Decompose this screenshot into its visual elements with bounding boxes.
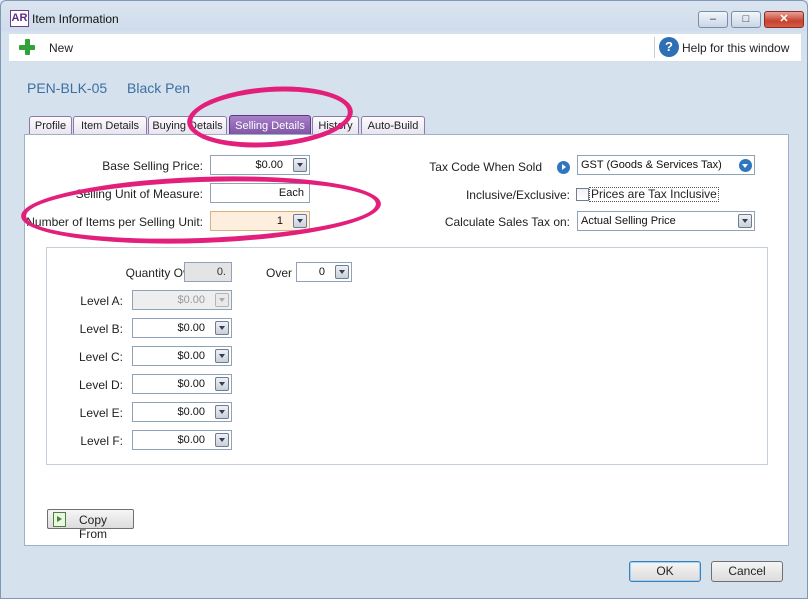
level-e-field[interactable]: $0.00 xyxy=(132,402,232,422)
chevron-down-icon[interactable] xyxy=(215,405,229,419)
level-d-field[interactable]: $0.00 xyxy=(132,374,232,394)
cancel-button[interactable]: Cancel xyxy=(711,561,783,582)
items-per-unit-label: Number of Items per Selling Unit: xyxy=(26,215,203,229)
new-button-label: New xyxy=(49,41,74,55)
new-button[interactable]: New xyxy=(15,37,73,57)
level-e-value: $0.00 xyxy=(177,406,205,418)
help-button-label: Help for this window xyxy=(682,41,790,55)
minimize-button[interactable]: – xyxy=(698,11,728,28)
selling-details-panel: Base Selling Price: $0.00 Selling Unit o… xyxy=(24,134,789,546)
items-per-unit-value: 1 xyxy=(276,215,283,227)
calc-tax-label: Calculate Sales Tax on: xyxy=(444,215,570,229)
close-button[interactable]: ✕ xyxy=(764,11,804,28)
base-price-value: $0.00 xyxy=(255,159,283,171)
level-c-field[interactable]: $0.00 xyxy=(132,346,232,366)
maximize-button[interactable]: □ xyxy=(731,11,761,28)
window-title: Item Information xyxy=(32,12,119,26)
tab-history[interactable]: History xyxy=(312,116,359,135)
chevron-down-icon[interactable] xyxy=(293,214,307,228)
level-d-label: Level D: xyxy=(78,378,123,392)
over-field[interactable]: 0 xyxy=(296,262,352,282)
tab-buying-details[interactable]: Buying Details xyxy=(148,116,227,135)
base-price-field[interactable]: $0.00 xyxy=(210,155,310,175)
item-name: Black Pen xyxy=(127,80,191,96)
tab-auto-build[interactable]: Auto-Build xyxy=(361,116,425,135)
chevron-down-icon xyxy=(215,293,229,307)
level-b-value: $0.00 xyxy=(177,322,205,334)
price-levels-group: Quantity Over: 0. Over 0 Level A: $0.00 … xyxy=(46,247,768,465)
level-c-label: Level C: xyxy=(78,350,123,364)
chevron-down-icon[interactable] xyxy=(215,433,229,447)
help-button[interactable]: ? Help for this window xyxy=(659,36,799,58)
over-label: Over xyxy=(266,266,293,280)
tax-code-field[interactable]: GST (Goods & Services Tax) xyxy=(577,155,755,175)
chevron-down-icon[interactable] xyxy=(215,349,229,363)
tab-selling-details[interactable]: Selling Details xyxy=(229,115,311,136)
items-per-unit-field[interactable]: 1 xyxy=(210,211,310,231)
chevron-down-icon[interactable] xyxy=(739,159,752,172)
toolbar: New ? Help for this window xyxy=(9,34,801,62)
chevron-down-icon[interactable] xyxy=(738,214,752,228)
item-code: PEN-BLK-05 xyxy=(27,80,108,96)
level-b-field[interactable]: $0.00 xyxy=(132,318,232,338)
selling-unit-field[interactable]: Each xyxy=(210,183,310,203)
tab-profile[interactable]: Profile xyxy=(29,116,72,135)
over-value: 0 xyxy=(318,266,325,278)
app-logo-icon: AR xyxy=(10,10,29,27)
copy-icon xyxy=(53,512,66,527)
level-d-value: $0.00 xyxy=(177,378,205,390)
level-a-label: Level A: xyxy=(80,294,123,308)
chevron-down-icon[interactable] xyxy=(215,377,229,391)
ok-button[interactable]: OK xyxy=(629,561,701,582)
tab-item-details[interactable]: Item Details xyxy=(73,116,147,135)
help-icon: ? xyxy=(659,37,679,57)
selling-unit-label: Selling Unit of Measure: xyxy=(75,187,203,201)
level-f-field[interactable]: $0.00 xyxy=(132,430,232,450)
level-a-value: $0.00 xyxy=(177,294,205,306)
tax-inclusive-checkbox-label[interactable]: Prices are Tax Inclusive xyxy=(589,187,719,202)
level-a-field: $0.00 xyxy=(132,290,232,310)
level-f-value: $0.00 xyxy=(177,434,205,446)
copy-from-button[interactable]: Copy From xyxy=(47,509,134,541)
item-information-window: AR Item Information – □ ✕ New ? Help for… xyxy=(0,0,808,599)
title-bar[interactable]: AR Item Information – □ ✕ xyxy=(1,1,807,33)
base-price-label: Base Selling Price: xyxy=(102,159,203,173)
chevron-down-icon[interactable] xyxy=(215,321,229,335)
chevron-down-icon[interactable] xyxy=(335,265,349,279)
quantity-over-field: 0. xyxy=(184,262,232,282)
calc-tax-value: Actual Selling Price xyxy=(581,215,676,227)
level-f-label: Level F: xyxy=(80,434,123,448)
plus-icon xyxy=(19,39,35,55)
tax-code-label: Tax Code When Sold xyxy=(429,160,542,174)
tax-inclusive-checkbox[interactable] xyxy=(576,188,589,201)
copy-from-label: Copy From xyxy=(79,513,108,541)
calc-tax-field[interactable]: Actual Selling Price xyxy=(577,211,755,231)
level-b-label: Level B: xyxy=(79,322,123,336)
toolbar-divider xyxy=(654,37,655,58)
chevron-down-icon[interactable] xyxy=(293,158,307,172)
inclusive-label: Inclusive/Exclusive: xyxy=(465,188,570,202)
level-e-label: Level E: xyxy=(79,406,123,420)
arrow-right-icon[interactable] xyxy=(557,161,570,174)
tax-code-value: GST (Goods & Services Tax) xyxy=(581,159,722,171)
level-c-value: $0.00 xyxy=(177,350,205,362)
